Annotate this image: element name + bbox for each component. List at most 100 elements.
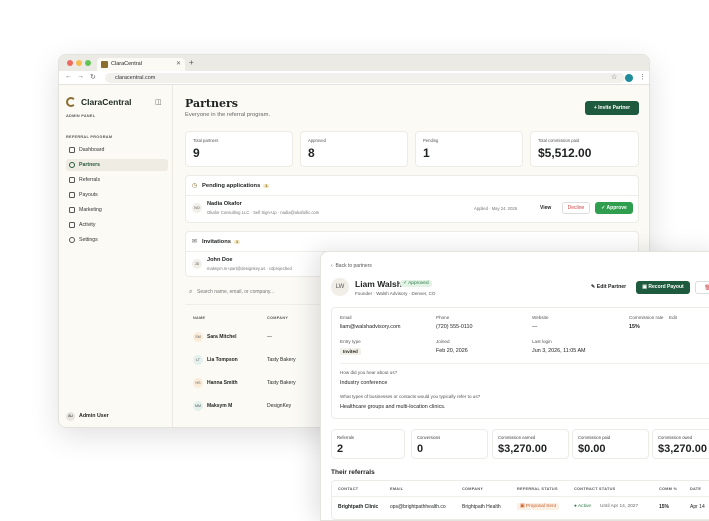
brand-logo-icon: [66, 97, 76, 107]
status-badge: ✓ Approved: [400, 280, 432, 287]
menu-dots-icon[interactable]: ⋮: [639, 73, 646, 81]
delete-button[interactable]: 🗑 D: [695, 281, 709, 294]
edit-partner-button[interactable]: ✎ Edit Partner: [591, 284, 626, 290]
stat-conversions: Conversions 0: [411, 429, 488, 459]
column-header-name: NAME: [193, 316, 206, 320]
avatar: AU: [66, 412, 75, 421]
approve-button[interactable]: ✓ Approve: [595, 202, 633, 214]
website-label: Website: [532, 315, 549, 320]
table-row[interactable]: Brightpath Clinic ops@brightpathhealth.c…: [332, 497, 709, 519]
view-button[interactable]: View: [540, 205, 551, 211]
back-arrow-icon[interactable]: ←: [65, 73, 72, 80]
commission-rate-value: 15%: [629, 324, 640, 330]
stat-value: 2: [337, 443, 344, 455]
phone-value: (720) 555-0110: [436, 324, 473, 330]
column-header-contact: CONTACT: [338, 487, 359, 491]
stat-label: Approved: [308, 138, 326, 143]
record-payout-button[interactable]: ▣ Record Payout: [636, 281, 690, 294]
sidebar-item-settings[interactable]: Settings: [66, 234, 168, 246]
entry-type-badge: Invited: [340, 348, 361, 355]
stat-commission-owed: Commission owed $3,270.00: [652, 429, 709, 459]
pending-count-badge: 1: [263, 184, 270, 188]
minimize-dot[interactable]: [76, 60, 82, 66]
referrals-section-title: Their referrals: [331, 469, 375, 476]
bookmark-star-icon[interactable]: ☆: [611, 73, 617, 81]
last-login-value: Jun 3, 2026, 11:05 AM: [532, 348, 586, 354]
column-header-date: DATE: [690, 487, 702, 491]
partner-company: DesignKey: [267, 403, 292, 409]
divider: [340, 363, 709, 364]
stat-value: $3,270.00: [658, 443, 707, 455]
partner-name: Liam Walsh: [355, 279, 402, 289]
contract-until: Until Apr 14, 2027: [600, 504, 639, 509]
admin-panel-label: ADMIN PANEL: [66, 114, 96, 118]
profile-icon[interactable]: [625, 74, 633, 82]
partner-name: Hanna Smith: [207, 380, 238, 386]
partners-icon: [69, 162, 75, 168]
stat-label: Commission paid: [578, 435, 611, 440]
column-header-company: COMPANY: [462, 487, 484, 491]
partner-company: —: [267, 334, 272, 340]
avatar: JD: [192, 259, 202, 269]
applicant-meta: Okafor Consulting LLC · Self Sign-Up · n…: [207, 210, 320, 215]
sidebar-item-dashboard[interactable]: Dashboard: [66, 144, 168, 156]
referral-contact: Brightpath Clinic: [338, 504, 379, 510]
user-name: Admin User: [79, 413, 109, 419]
answer-hear-about: Industry conference: [340, 380, 388, 386]
partner-name: Maksym M: [207, 403, 233, 409]
referral-email: ops@brightpathhealth.co: [390, 504, 446, 510]
stat-value: $0.00: [578, 443, 606, 455]
tab-close-icon[interactable]: ✕: [176, 58, 181, 71]
stat-pending: Pending 1: [415, 131, 523, 167]
back-link[interactable]: ‹ Back to partners: [331, 263, 372, 269]
sidebar-item-referrals[interactable]: Referrals: [66, 174, 168, 186]
joined-label: Joined: [436, 339, 450, 344]
url-text: claracentral.com: [115, 75, 156, 81]
stat-label: Conversions: [417, 435, 441, 440]
sidebar-item-activity[interactable]: Activity: [66, 219, 168, 231]
sidebar-item-marketing[interactable]: Marketing: [66, 204, 168, 216]
commission-rate-label: Commission rate: [629, 315, 664, 320]
sidebar-item-partners[interactable]: Partners: [66, 159, 168, 171]
search-icon: ⌕: [189, 289, 193, 295]
stat-approved: Approved 8: [300, 131, 408, 167]
forward-arrow-icon[interactable]: →: [77, 73, 84, 80]
reload-icon[interactable]: ↻: [90, 73, 96, 81]
stat-value: $3,270.00: [498, 443, 547, 455]
partner-detail-panel: ‹ Back to partners LW Liam Walsh ✓ Appro…: [320, 251, 709, 521]
stat-label: Referrals: [337, 435, 354, 440]
referral-company: Brightpath Health: [462, 504, 501, 510]
stat-commission-paid: Commission paid $0.00: [572, 429, 649, 459]
close-dot[interactable]: [67, 60, 73, 66]
contract-status: ● Active: [574, 504, 592, 509]
referrals-icon: [69, 177, 75, 183]
stat-referrals: Referrals 2: [331, 429, 405, 459]
new-tab-icon[interactable]: +: [189, 58, 194, 67]
collapse-sidebar-icon[interactable]: ◫: [155, 98, 162, 106]
invitations-count-badge: 1: [234, 240, 241, 244]
column-header-contract-status: CONTRACT STATUS: [574, 487, 616, 491]
applied-date: Applied · May 24, 2026: [474, 206, 518, 211]
joined-value: Feb 20, 2026: [436, 348, 468, 354]
address-bar-area: ← → ↻ claracentral.com ☆ ⋮: [59, 71, 649, 85]
brand-name: ClaraCentral: [81, 97, 132, 107]
browser-tab[interactable]: ClaraCentral ✕: [97, 58, 185, 71]
sidebar-item-label: Referrals: [79, 177, 101, 183]
sidebar-item-label: Payouts: [79, 192, 98, 198]
rate-edit-link[interactable]: Edit: [669, 315, 677, 320]
section-label: REFERRAL PROGRAM: [66, 135, 113, 139]
decline-button[interactable]: Decline: [562, 202, 590, 214]
dashboard-icon: [69, 147, 75, 153]
stat-label: Total commission paid: [538, 138, 580, 143]
invitee-name: John Doe: [207, 257, 233, 263]
pending-title: Pending applications 1: [202, 183, 270, 189]
activity-icon: [69, 222, 75, 228]
stat-label: Pending: [423, 138, 439, 143]
payouts-icon: [69, 192, 75, 198]
invite-partner-button[interactable]: + Invite Partner: [585, 101, 639, 115]
url-field[interactable]: claracentral.com: [105, 73, 625, 83]
current-user[interactable]: AU Admin User: [66, 412, 109, 421]
maximize-dot[interactable]: [85, 60, 91, 66]
partner-company: Tasty Bakery: [267, 357, 296, 363]
sidebar-item-payouts[interactable]: Payouts: [66, 189, 168, 201]
